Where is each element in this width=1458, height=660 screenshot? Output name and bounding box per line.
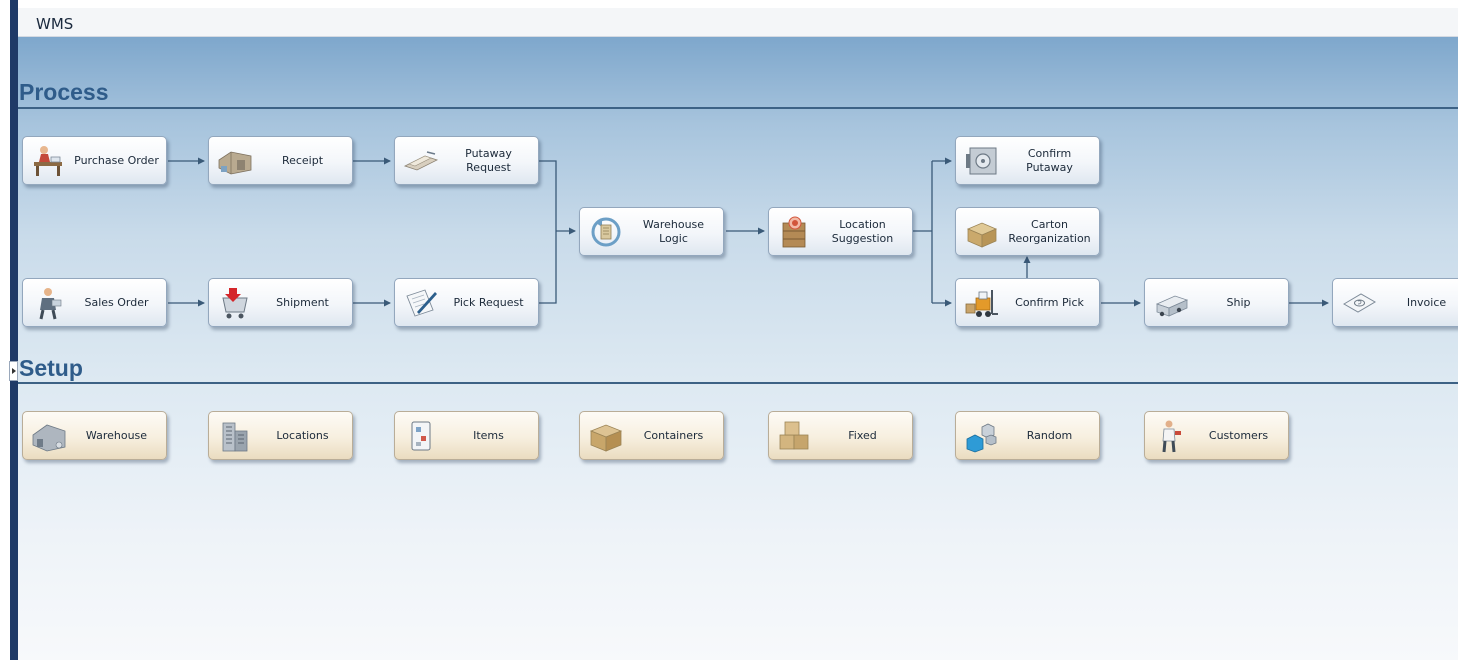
receipt-node[interactable]: Receipt [208,136,353,185]
node-label: Random [1026,428,1073,442]
setup-section-divider [18,382,1458,384]
random-setup-node[interactable]: Random [955,411,1100,460]
navigator-canvas: Process Purchase Order Receipt Putaway R… [18,37,1458,660]
setup-section-title: Setup [19,355,83,381]
node-label: Warehouse [85,428,148,442]
expand-panel-handle[interactable] [9,361,18,381]
confirm-pick-node[interactable]: Confirm Pick [955,278,1100,327]
node-label: Customers [1208,428,1269,442]
shipment-node[interactable]: Shipment [208,278,353,327]
office-worker-icon [34,146,62,176]
locations-setup-node[interactable]: Locations [208,411,353,460]
warehouse-building-icon [218,151,252,175]
document-pen-icon [406,289,437,317]
confirm-putaway-node[interactable]: Confirm Putaway [955,136,1100,185]
cubes-icon [966,423,997,453]
connector-pick-merge [538,231,557,304]
customers-setup-node[interactable]: Customers [1144,411,1289,460]
app-title: WMS [36,15,74,33]
stacked-boxes-icon [779,421,809,450]
putaway-request-node[interactable]: Putaway Request [394,136,539,185]
navigation-rail-bar [10,0,18,660]
invoice-node[interactable]: Invoice [1332,278,1458,327]
truck-icon [1155,295,1189,317]
node-label: Confirm Pick [1015,295,1084,309]
process-flow-connectors [168,157,1329,307]
node-label: Sales Order [84,295,149,309]
sales-order-node[interactable]: Sales Order [22,278,167,327]
salesperson-icon [39,288,62,320]
node-label: Putaway Request [465,146,512,174]
forklift-icon [965,290,998,317]
node-label: Items [473,428,504,442]
node-label: Location Suggestion [831,217,894,245]
node-label: Ship [1226,295,1251,309]
warehouse-icon [32,424,66,452]
node-label: Confirm Putaway [1026,146,1073,174]
ship-node[interactable]: Ship [1144,278,1289,327]
node-label: Fixed [848,428,877,442]
purchase-order-node[interactable]: Purchase Order [22,136,167,185]
node-label: Shipment [276,295,329,309]
warehouse-setup-node[interactable]: Warehouse [22,411,167,460]
safe-icon [966,147,997,175]
open-box-icon [966,222,998,248]
node-label: Invoice [1406,295,1447,309]
node-label: Receipt [281,153,324,167]
buildings-icon [222,422,248,452]
warehouse-logic-icon [591,217,621,247]
box-icon [589,424,623,452]
node-label: Purchase Order [74,153,159,167]
node-label: Containers [643,428,704,442]
node-label: Locations [276,428,329,442]
left-rail [0,0,18,660]
carton-reorganization-node[interactable]: Carton Reorganization [955,207,1100,256]
containers-setup-node[interactable]: Containers [579,411,724,460]
location-suggestion-node[interactable]: Location Suggestion [768,207,913,256]
money-icon [1343,293,1376,313]
node-label: Warehouse Logic [642,217,705,245]
fixed-setup-node[interactable]: Fixed [768,411,913,460]
connector-putaway-merge [538,160,557,231]
app-header: WMS [18,8,1458,37]
customer-icon [1162,420,1181,453]
shelf-target-icon [782,216,806,248]
node-label: Carton Reorganization [1008,217,1091,245]
node-label: Pick Request [453,295,524,309]
forklift-pallet-icon [403,151,439,171]
pick-request-node[interactable]: Pick Request [394,278,539,327]
cart-icon [222,288,248,319]
warehouse-logic-node[interactable]: Warehouse Logic [579,207,724,256]
items-icon [411,421,431,451]
items-setup-node[interactable]: Items [394,411,539,460]
